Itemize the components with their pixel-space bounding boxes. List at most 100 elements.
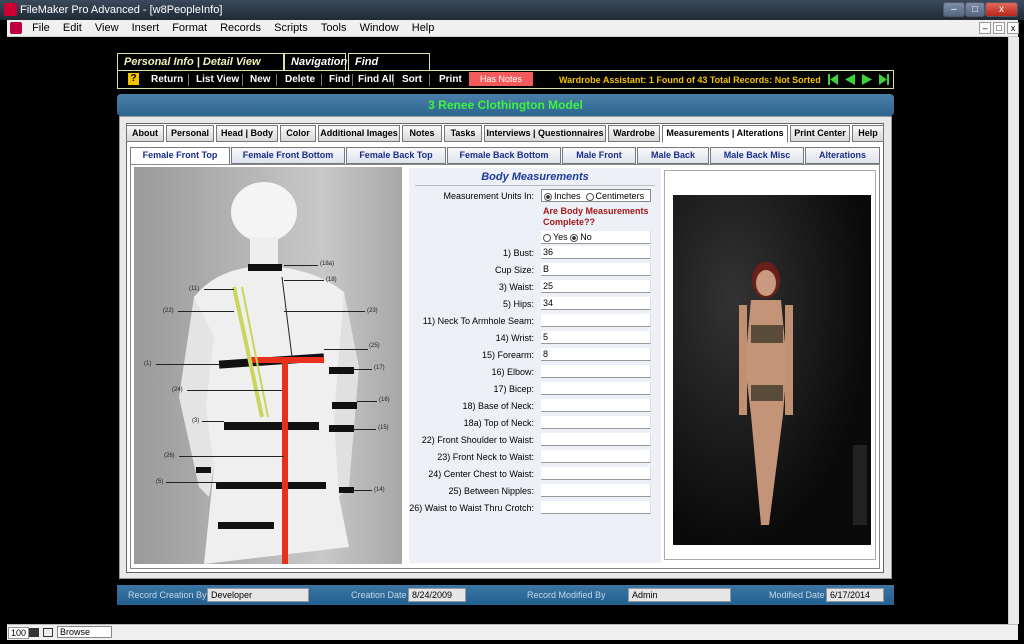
tab-wardrobe[interactable]: Wardrobe (608, 125, 660, 142)
zoom-level[interactable]: 100 (8, 627, 30, 639)
tab-tasks[interactable]: Tasks (444, 125, 482, 142)
menu-format[interactable]: Format (167, 20, 212, 36)
tab-additional-images[interactable]: Additional Images (318, 125, 400, 142)
document-icon (10, 22, 22, 34)
list-view-button[interactable]: List View (196, 74, 239, 85)
measurement-input[interactable] (541, 416, 651, 429)
leader-line (357, 401, 377, 402)
tab-print-center[interactable]: Print Center (790, 125, 850, 142)
leader-line (166, 482, 218, 483)
tab-navigation[interactable]: Navigation (284, 53, 347, 71)
zoom-icon[interactable] (29, 628, 39, 637)
tab-help[interactable]: Help (852, 125, 884, 142)
subtab-female-back-top[interactable]: Female Back Top (346, 147, 446, 164)
measurement-input[interactable] (541, 467, 651, 480)
menu-bar: File Edit View Insert Format Records Scr… (7, 20, 1019, 37)
modified-by-field: Admin (628, 588, 731, 602)
subtab-female-front-top[interactable]: Female Front Top (130, 147, 230, 165)
sort-button[interactable]: Sort (402, 74, 422, 85)
menu-file[interactable]: File (27, 20, 55, 36)
label-26: (26) (164, 453, 175, 459)
menu-window[interactable]: Window (355, 20, 404, 36)
last-record-icon[interactable] (879, 74, 889, 85)
measurement-input[interactable]: 5 (541, 331, 651, 344)
menu-scripts[interactable]: Scripts (269, 20, 313, 36)
measurement-label: 3) Waist: (498, 282, 534, 292)
menu-tools[interactable]: Tools (316, 20, 352, 36)
subtab-male-front[interactable]: Male Front (562, 147, 636, 164)
find-button[interactable]: Find (329, 74, 350, 85)
return-button[interactable]: Return (151, 74, 183, 85)
measurement-input[interactable]: 36 (541, 246, 651, 259)
tab-head-body[interactable]: Head | Body (216, 125, 278, 142)
leader-line (204, 289, 234, 290)
measurement-input[interactable]: B (541, 263, 651, 276)
yes-radio[interactable] (543, 233, 551, 242)
status-toolbar-icon[interactable] (43, 628, 53, 637)
no-radio[interactable] (570, 233, 579, 242)
tab-find-functions[interactable]: Find Functions (348, 53, 430, 84)
found-records-status: Wardrobe Assistant: 1 Found of 43 Total … (559, 75, 821, 85)
measurement-input[interactable] (541, 399, 651, 412)
menu-insert[interactable]: Insert (127, 20, 165, 36)
vertical-scrollbar[interactable] (1008, 37, 1019, 624)
close-button[interactable]: x (985, 2, 1018, 17)
created-by-label: Record Creation By (128, 590, 207, 600)
menu-edit[interactable]: Edit (58, 20, 87, 36)
subtab-alterations[interactable]: Alterations (805, 147, 880, 164)
measurement-input[interactable]: 8 (541, 348, 651, 361)
model-photo (673, 195, 871, 545)
new-button[interactable]: New (250, 74, 271, 85)
tab-measurements[interactable]: Measurements | Alterations (662, 125, 788, 143)
doc-close-button[interactable]: x (1007, 22, 1019, 34)
measurement-input[interactable]: 34 (541, 297, 651, 310)
yes-label: Yes (553, 232, 568, 242)
menu-help[interactable]: Help (407, 20, 440, 36)
measurement-input[interactable] (541, 382, 651, 395)
label-25: (25) (369, 343, 380, 349)
label-18: (18) (326, 277, 337, 283)
subtab-female-back-bottom[interactable]: Female Back Bottom (447, 147, 561, 164)
creation-date-label: Creation Date (351, 590, 407, 600)
tab-notes[interactable]: Notes (402, 125, 442, 142)
measurement-label: 24) Center Chest to Waist: (428, 469, 534, 479)
inches-radio[interactable] (544, 192, 552, 201)
tab-interviews[interactable]: Interviews | Questionnaires (484, 125, 606, 142)
measurement-input[interactable] (541, 450, 651, 463)
units-label: Measurement Units In: (443, 191, 534, 201)
subtab-female-front-bottom[interactable]: Female Front Bottom (231, 147, 345, 164)
measurement-input[interactable] (541, 433, 651, 446)
menu-view[interactable]: View (90, 20, 124, 36)
delete-button[interactable]: Delete (285, 74, 315, 85)
mode-select[interactable]: Browse (57, 626, 112, 638)
find-all-button[interactable]: Find All (358, 74, 394, 85)
subtab-male-back-misc[interactable]: Male Back Misc (710, 147, 804, 164)
tab-color[interactable]: Color (280, 125, 316, 142)
leader-line (156, 364, 219, 365)
measurement-input[interactable]: 25 (541, 280, 651, 293)
measurement-input[interactable] (541, 365, 651, 378)
leader-line (284, 311, 365, 312)
measurement-input[interactable] (541, 484, 651, 497)
modified-date-field: 6/17/2014 (826, 588, 884, 602)
maximize-button[interactable]: □ (965, 2, 985, 17)
centimeters-radio[interactable] (585, 192, 594, 201)
has-notes-button[interactable]: Has Notes (469, 72, 533, 86)
previous-record-icon[interactable] (845, 74, 855, 85)
help-icon[interactable]: ? (128, 73, 139, 85)
tab-detail-view-toolbar[interactable]: Personal Info | Detail View Toolbar (117, 53, 284, 84)
label-5: (5) (156, 479, 164, 485)
doc-restore-button[interactable]: □ (993, 22, 1005, 34)
measurement-input[interactable] (541, 314, 651, 327)
tab-personal[interactable]: Personal (166, 125, 214, 142)
measurement-label: 11) Neck To Armhole Seam: (422, 316, 534, 326)
subtab-male-back[interactable]: Male Back (637, 147, 709, 164)
tab-about[interactable]: About (126, 125, 164, 142)
menu-records[interactable]: Records (215, 20, 266, 36)
minimize-button[interactable]: – (943, 2, 965, 17)
print-button[interactable]: Print (439, 74, 462, 85)
first-record-icon[interactable] (828, 74, 838, 85)
doc-minimize-button[interactable]: – (979, 22, 991, 34)
measurement-input[interactable] (541, 501, 651, 514)
next-record-icon[interactable] (862, 74, 872, 85)
